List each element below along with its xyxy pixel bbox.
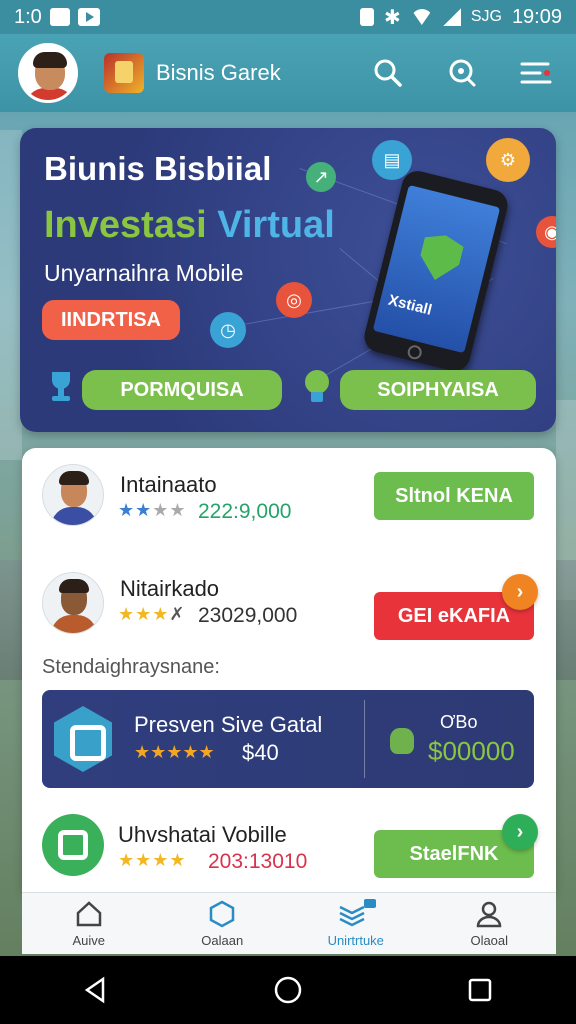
banner-right-button[interactable]: SOIPHYAISA [340, 370, 536, 410]
rating-stars: ★★★★ [118, 850, 187, 870]
promo-banner[interactable]: Biunis Bisbiial Investasi Virtual Unyarn… [20, 128, 556, 432]
search-icon [374, 59, 402, 87]
spiral-icon: ◉ [536, 216, 556, 248]
status-bar: 1:0 ✱ SJG 19:09 [0, 0, 576, 34]
phone-screen-text: Xstiall [386, 291, 434, 319]
promo-card[interactable]: Presven Sive Gatal ★★★★★ $40 ƠBo $00000 [42, 690, 534, 788]
document-icon: ▤ [372, 140, 412, 180]
banner-subtitle: Unyarnaihra Mobile [44, 260, 244, 286]
list-item-name: Nitairkado [120, 576, 220, 601]
app-hexagon-icon [54, 706, 112, 772]
clock-icon: ◷ [210, 312, 246, 348]
nav-item-home[interactable]: Auive [22, 893, 156, 954]
chevron-right-icon[interactable]: › [502, 574, 538, 610]
list-item-name: Uhvshatai Vobille [118, 822, 287, 847]
nav-item-profile[interactable]: Olaoal [423, 893, 557, 954]
layers-icon [339, 899, 376, 927]
section-label: Stendaighraysnane: [42, 656, 220, 678]
app-header: Bisnis Garek [0, 34, 576, 112]
chevron-right-icon[interactable]: › [502, 814, 538, 850]
trophy-icon [52, 372, 70, 401]
nav-item-third[interactable]: Unirtrtuke [289, 893, 423, 954]
search-button[interactable] [366, 51, 410, 95]
user-avatar [42, 572, 104, 634]
notification-search-button[interactable] [440, 51, 484, 95]
promo-amount: $00000 [428, 736, 515, 766]
bluetooth-icon: ✱ [384, 6, 401, 29]
list-item-value: 203:13010 [208, 850, 308, 873]
hexagon-icon [210, 900, 235, 928]
promo-small-label: ƠBo [440, 712, 478, 732]
rating-stars: ★★★★ [118, 500, 187, 520]
promo-title: Presven Sive Gatal [134, 712, 323, 737]
recents-icon[interactable] [465, 975, 495, 1005]
bug-icon [390, 728, 414, 754]
home-circle-icon[interactable] [273, 975, 303, 1005]
app-logo-icon [104, 53, 144, 93]
nav-label: Oalaan [201, 933, 244, 948]
back-icon[interactable] [81, 975, 111, 1005]
nfc-icon [360, 8, 375, 26]
app-logo-icon [42, 814, 104, 876]
bottom-nav: Auive Oalaan Unirtrtuke Olaoal [22, 892, 556, 954]
background-building [0, 130, 22, 460]
banner-headline: Investasi Virtual [44, 204, 335, 247]
nav-label: Unirtrtuke [327, 933, 384, 948]
menu-button[interactable] [514, 51, 558, 95]
banner-title: Biunis Bisbiial [44, 150, 272, 187]
status-time-left: 1:0 [14, 5, 42, 28]
notification-search-icon [449, 59, 476, 87]
banner-headline-green: Investasi [44, 204, 207, 246]
target-icon: ◎ [276, 282, 312, 318]
settings-icon: ⚙ [486, 138, 530, 182]
list-item-value: 222:9,000 [198, 500, 292, 523]
rating-stars: ★★★✗ [118, 604, 186, 624]
nav-label: Auive [72, 933, 106, 948]
banner-headline-blue: Virtual [217, 204, 335, 246]
rating-stars: ★★★★★ [134, 742, 215, 762]
chart-icon: ↗ [306, 162, 336, 192]
app-title: Bisnis Garek [156, 60, 281, 85]
nav-item-second[interactable]: Oalaan [156, 893, 290, 954]
user-avatar[interactable] [18, 43, 78, 103]
lightbulb-icon [305, 370, 329, 402]
signal-icon [442, 8, 461, 26]
menu-icon [520, 62, 552, 84]
banner-primary-button[interactable]: IINDRTISA [42, 300, 180, 340]
divider [364, 700, 365, 778]
user-avatar [42, 464, 104, 526]
content-card: Intainaato ★★★★ 222:9,000 Sltnol KENA Ni… [22, 448, 556, 892]
promo-price: $40 [242, 740, 279, 765]
list-item-value: 23029,000 [198, 604, 298, 627]
list-item-name: Intainaato [120, 472, 217, 497]
home-icon [76, 901, 101, 927]
wifi-icon [410, 9, 433, 25]
system-navigation-bar [0, 956, 576, 1024]
notification-icon [49, 8, 70, 26]
play-icon [77, 8, 100, 26]
list-item-button[interactable]: Sltnol KENA [374, 472, 534, 520]
shield-icon [415, 231, 465, 285]
banner-left-button[interactable]: PORMQUISA [82, 370, 282, 410]
profile-icon [476, 901, 502, 928]
nav-label: Olaoal [470, 933, 509, 948]
status-right-text: SJG [470, 8, 502, 25]
status-clock: 19:09 [511, 5, 562, 28]
